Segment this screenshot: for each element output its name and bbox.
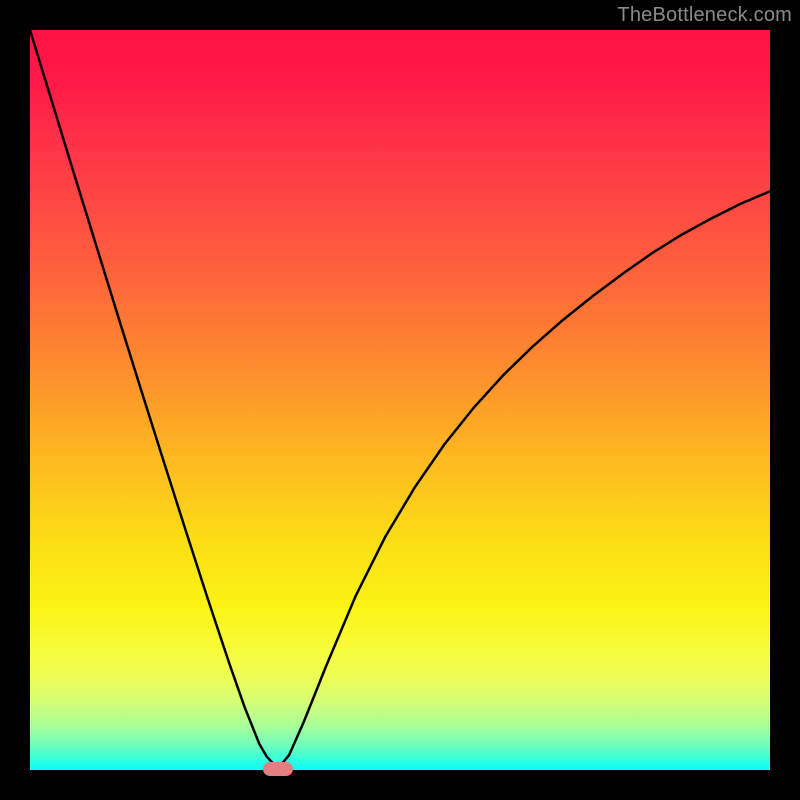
watermark-text: TheBottleneck.com <box>617 4 792 27</box>
optimum-marker <box>263 762 293 776</box>
chart-container: TheBottleneck.com <box>0 0 800 800</box>
bottleneck-curve <box>30 30 770 769</box>
curve-svg <box>30 30 770 770</box>
plot-area <box>30 30 770 770</box>
